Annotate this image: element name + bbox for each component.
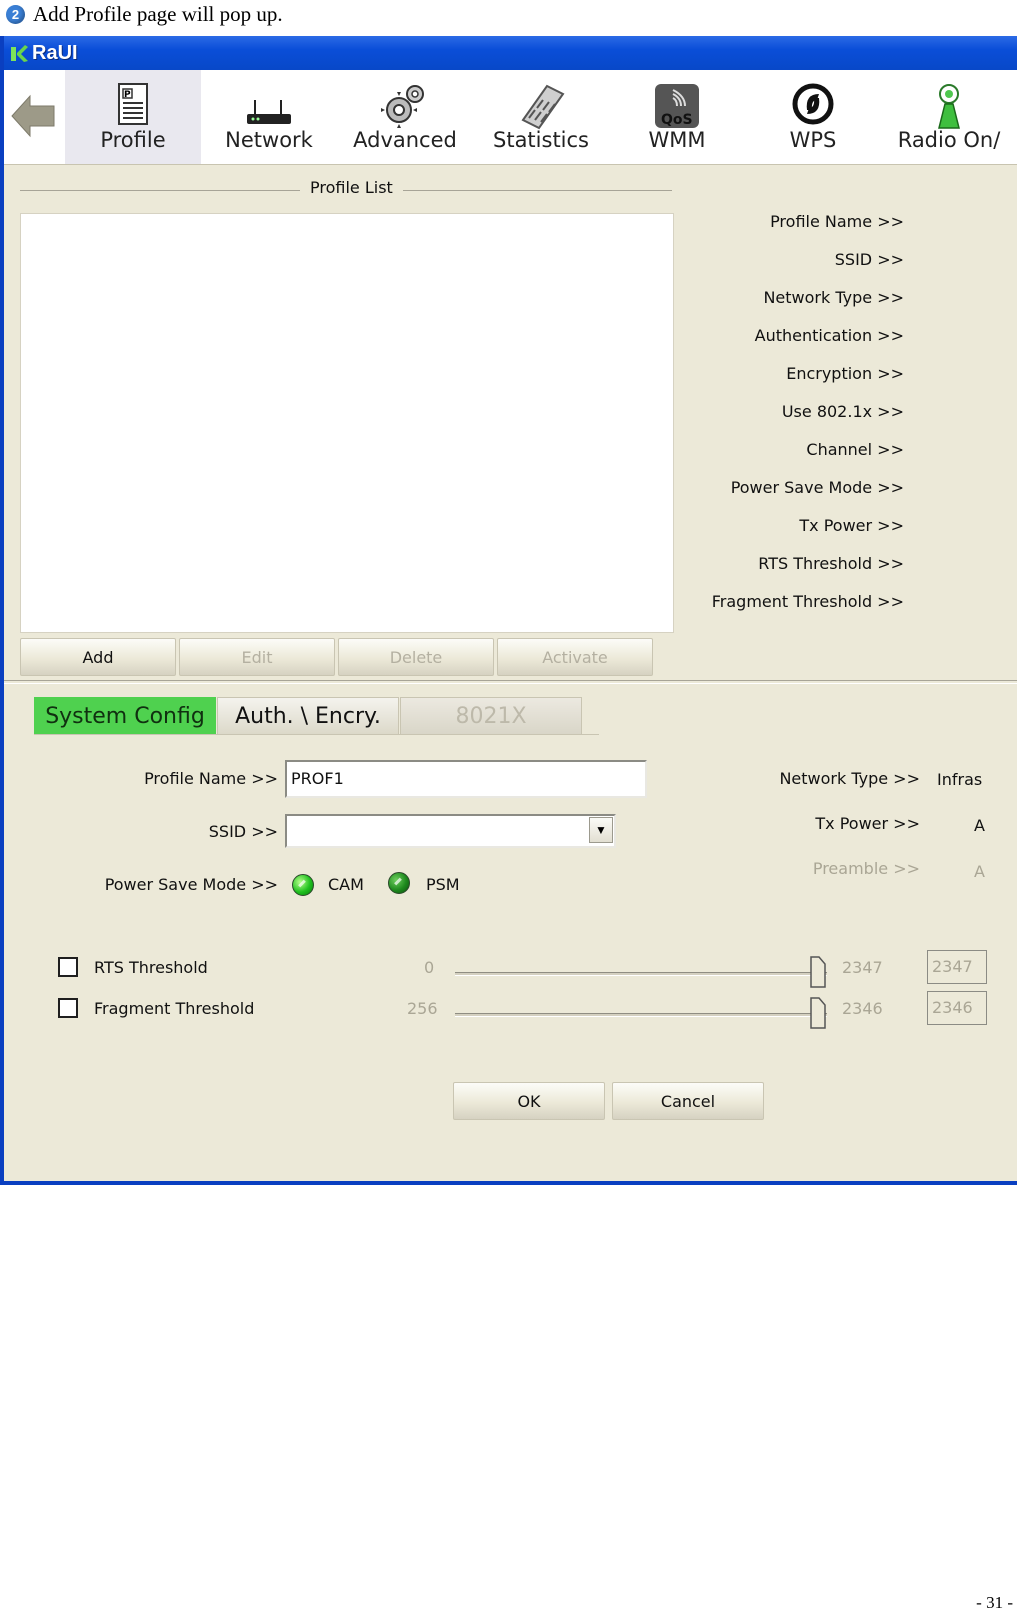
- fragment-value-box[interactable]: 2346: [927, 991, 987, 1025]
- detail-channel: Channel >>: [806, 440, 904, 459]
- detail-network-type: Network Type >>: [763, 288, 904, 307]
- raui-window: RaUI P Profile Network Advanced Statisti…: [0, 36, 1017, 1185]
- detail-profile-name: Profile Name >>: [770, 212, 904, 231]
- svg-text:QoS: QoS: [661, 112, 693, 128]
- tab-auth-encry[interactable]: Auth. \ Encry.: [217, 697, 399, 735]
- detail-encryption: Encryption >>: [786, 364, 904, 383]
- rts-max-value: 2347: [842, 958, 883, 977]
- tx-power-label: Tx Power >>: [815, 814, 920, 833]
- step-number-badge: 2: [6, 5, 25, 24]
- rts-threshold-checkbox[interactable]: [58, 957, 78, 977]
- activate-button[interactable]: Activate: [497, 638, 653, 676]
- fragment-min-value: 256: [407, 999, 438, 1018]
- group-line-right: [390, 190, 672, 191]
- detail-rts-threshold: RTS Threshold >>: [758, 554, 904, 573]
- toolbar-profile[interactable]: P Profile: [65, 70, 201, 164]
- tab-8021x[interactable]: 8021X: [400, 697, 582, 735]
- group-line-left: [20, 190, 300, 191]
- add-button[interactable]: Add: [20, 638, 176, 676]
- detail-fragment-threshold: Fragment Threshold >>: [711, 592, 904, 611]
- fragment-slider-track[interactable]: [455, 1013, 827, 1017]
- network-type-value: Infras: [937, 770, 983, 789]
- toolbar: P Profile Network Advanced Statistics Qo…: [4, 70, 1017, 165]
- document-caption: 2 Add Profile page will pop up.: [6, 2, 283, 27]
- profile-list-box[interactable]: [20, 213, 674, 633]
- rts-value-box[interactable]: 2347: [927, 950, 987, 984]
- tab-system-config[interactable]: System Config: [34, 697, 216, 735]
- wmm-qos-icon: QoS: [655, 84, 699, 128]
- edit-button[interactable]: Edit: [179, 638, 335, 676]
- power-save-mode-label: Power Save Mode >>: [104, 875, 278, 894]
- fragment-threshold-checkbox[interactable]: [58, 998, 78, 1018]
- toolbar-advanced[interactable]: Advanced: [337, 70, 473, 164]
- preamble-label: Preamble >>: [812, 859, 920, 878]
- radio-antenna-icon: [938, 84, 960, 129]
- toolbar-wps-label: WPS: [789, 128, 837, 152]
- tx-power-value: A: [974, 816, 985, 835]
- ok-button[interactable]: OK: [453, 1082, 605, 1120]
- fragment-threshold-label: Fragment Threshold: [94, 999, 255, 1018]
- statistics-calculator-icon: [521, 84, 565, 130]
- cancel-button[interactable]: Cancel: [612, 1082, 764, 1120]
- title-bar[interactable]: RaUI: [4, 36, 1017, 70]
- detail-authentication: Authentication >>: [754, 326, 904, 345]
- window-title: RaUI: [32, 41, 78, 64]
- cam-radio-label: CAM: [328, 875, 364, 894]
- rts-slider-thumb[interactable]: [810, 956, 826, 988]
- wps-icon: [792, 83, 834, 125]
- profile-list-title: Profile List: [300, 178, 403, 197]
- profile-icon: P: [118, 83, 148, 125]
- ssid-label: SSID >>: [208, 822, 278, 841]
- detail-tx-power: Tx Power >>: [799, 516, 904, 535]
- profile-name-label: Profile Name >>: [144, 769, 278, 788]
- ralink-logo-icon: [8, 42, 30, 64]
- chevron-down-icon[interactable]: ▼: [589, 817, 613, 843]
- toolbar-statistics[interactable]: Statistics: [473, 70, 609, 164]
- cam-radio[interactable]: [292, 874, 314, 896]
- toolbar-wmm[interactable]: QoS WMM: [609, 70, 745, 164]
- page-number: - 31 -: [976, 1593, 1013, 1612]
- preamble-value: A: [974, 862, 985, 881]
- ssid-select[interactable]: ▼: [285, 814, 616, 848]
- delete-button[interactable]: Delete: [338, 638, 494, 676]
- section-separator: [4, 680, 1017, 684]
- toolbar-wps[interactable]: WPS: [745, 70, 881, 164]
- back-arrow-icon[interactable]: [8, 88, 60, 144]
- network-icon: [247, 100, 291, 124]
- detail-power-save-mode: Power Save Mode >>: [730, 478, 904, 497]
- network-type-label: Network Type >>: [779, 769, 920, 788]
- toolbar-radio[interactable]: Radio On/: [881, 70, 1017, 164]
- rts-min-value: 0: [424, 958, 435, 977]
- rts-slider-track[interactable]: [455, 972, 827, 976]
- toolbar-statistics-label: Statistics: [493, 128, 589, 152]
- toolbar-profile-label: Profile: [100, 128, 166, 152]
- fragment-slider-thumb[interactable]: [810, 997, 826, 1029]
- toolbar-network[interactable]: Network: [201, 70, 337, 164]
- svg-text:P: P: [124, 90, 131, 100]
- toolbar-wmm-label: WMM: [648, 128, 706, 152]
- detail-ssid: SSID >>: [834, 250, 904, 269]
- toolbar-advanced-label: Advanced: [353, 128, 457, 152]
- psm-radio[interactable]: [388, 872, 410, 894]
- detail-use-8021x: Use 802.1x >>: [781, 402, 904, 421]
- fragment-max-value: 2346: [842, 999, 883, 1018]
- tab-underline: [34, 734, 599, 735]
- profile-name-input[interactable]: PROF1: [285, 760, 647, 798]
- toolbar-network-label: Network: [225, 128, 313, 152]
- toolbar-radio-label: Radio On/: [897, 128, 1001, 152]
- advanced-gears-icon: [381, 85, 424, 128]
- rts-threshold-label: RTS Threshold: [94, 958, 208, 977]
- psm-radio-label: PSM: [426, 875, 460, 894]
- caption-text: Add Profile page will pop up.: [33, 2, 283, 26]
